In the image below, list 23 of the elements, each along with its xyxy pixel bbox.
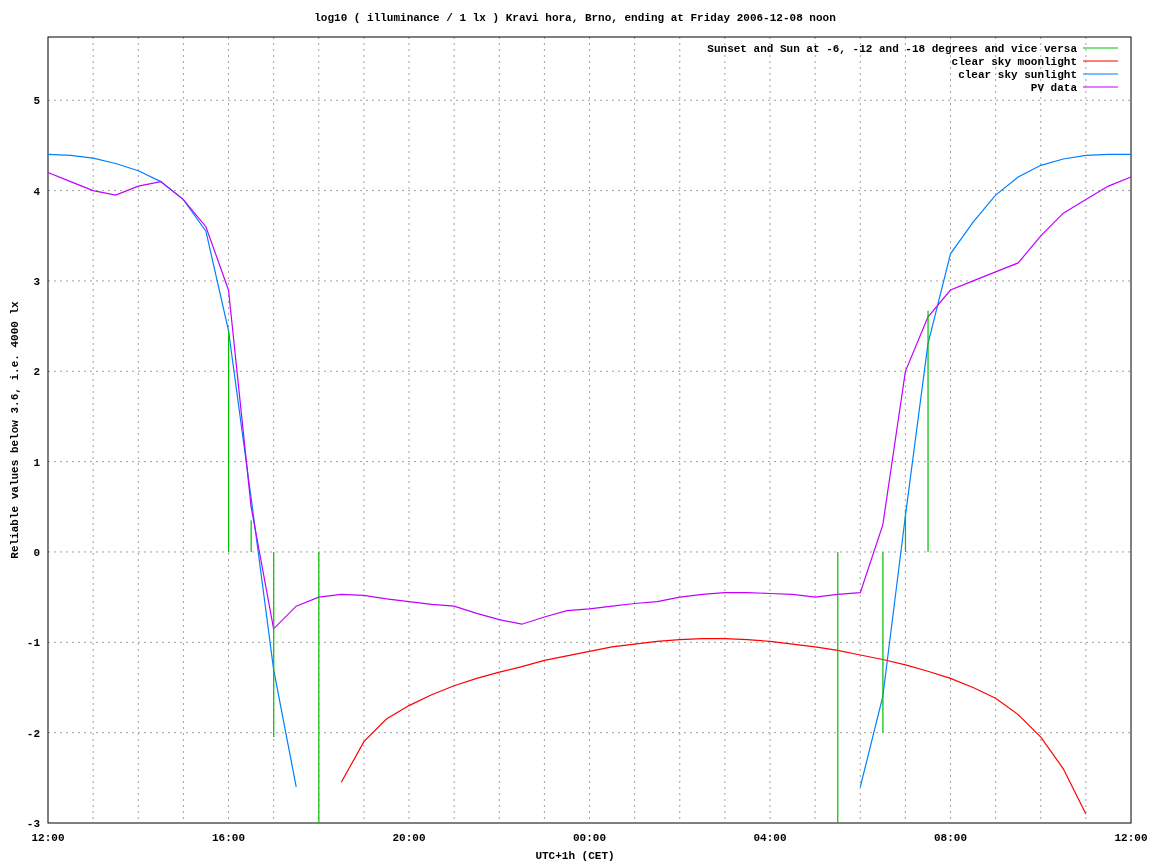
y-tick-label: -1 [26,637,40,650]
x-tick-label: 08:00 [934,832,967,844]
y-tick-label: -2 [26,727,40,740]
x-tick-label: 12:00 [1114,832,1148,844]
x-tick-label: 12:00 [31,832,65,844]
y-tick-label: 5 [33,95,40,108]
y-tick-label: 4 [33,185,40,198]
y-tick-label: 1 [33,456,40,469]
x-tick-label: 04:00 [753,832,787,844]
y-tick-label: 3 [33,275,40,288]
x-tick-label: 16:00 [212,832,245,844]
legend-label: PV data [1030,82,1077,94]
y-tick-label: -3 [26,818,40,830]
x-tick-label: 20:00 [392,832,426,844]
legend-label: Sunset and Sun at -6, -12 and -18 degrees and vice versa [707,43,1077,55]
y-tick-label: 0 [33,546,40,559]
x-tick-label: 00:00 [573,832,606,844]
x-axis-label: UTC+1h (CET) [535,850,615,862]
legend-label: clear sky sunlight [958,69,1077,81]
y-tick-label: 2 [33,366,40,379]
y-axis-label: Reliable values below 3.6, i.e. 4000 lx [9,301,21,559]
chart-title: log10 ( illuminance / 1 lx ) Kravi hora, Brno, ending at Friday 2006-12-08 noon [314,12,836,24]
legend-label: clear sky moonlight [951,56,1077,68]
